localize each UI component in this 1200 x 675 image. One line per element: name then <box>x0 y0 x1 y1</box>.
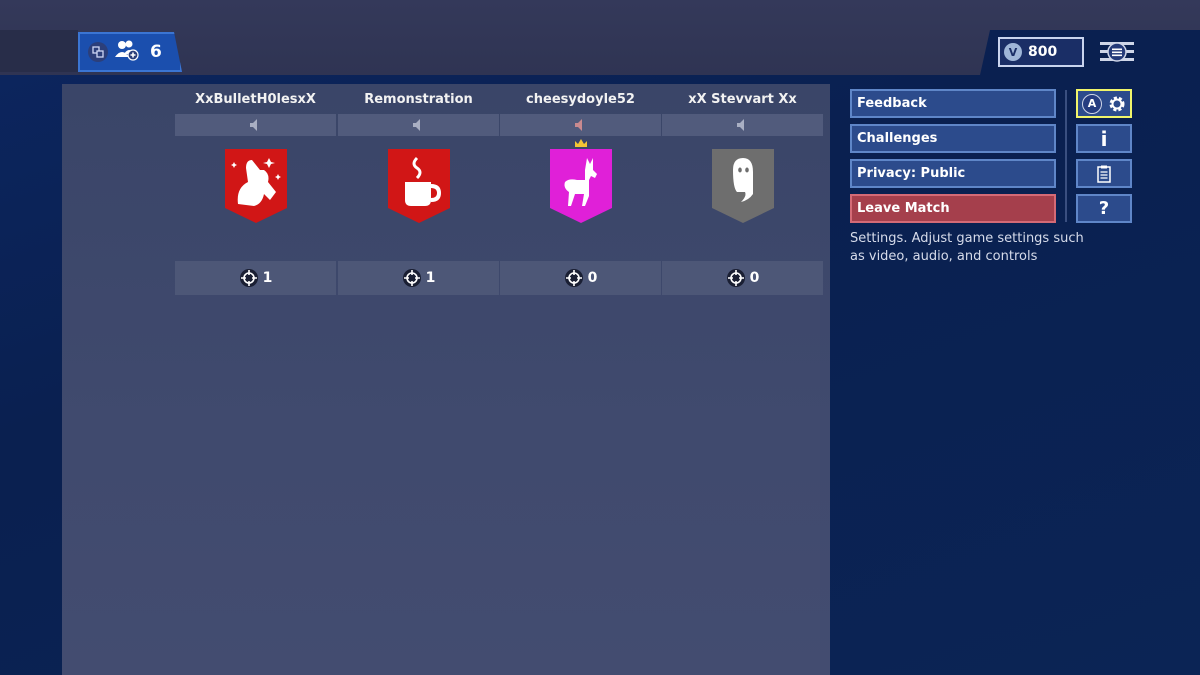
ghost-banner-icon <box>711 149 774 223</box>
party-leader-crown-icon <box>574 139 587 147</box>
party-member-count: 6 <box>150 42 162 62</box>
settings-description: Settings. Adjust game settings such as v… <box>850 231 1084 264</box>
player-card[interactable]: XxBulletH0lesxX 1 <box>175 84 336 296</box>
challenges-button[interactable]: Challenges <box>850 124 1056 153</box>
kills-value: 1 <box>262 270 273 286</box>
kills-value: 0 <box>749 270 760 286</box>
menu-divider <box>1065 90 1067 222</box>
kills-counter: 0 <box>500 261 661 295</box>
party-panel: XxBulletH0lesxX 1 Remonstration 1 cheesy… <box>62 84 830 675</box>
info-icon: i <box>1100 126 1108 151</box>
player-name: xX Stevvart Xx <box>688 92 797 107</box>
player-card[interactable]: cheesydoyle52 0 <box>500 84 661 296</box>
voice-toggle[interactable] <box>338 114 499 136</box>
leave-match-button[interactable]: Leave Match <box>850 194 1056 223</box>
help-button[interactable]: ? <box>1076 194 1132 223</box>
clipboard-button[interactable] <box>1076 159 1132 188</box>
crosshair-icon <box>402 269 421 287</box>
info-button[interactable]: i <box>1076 124 1132 153</box>
crosshair-icon <box>239 269 258 287</box>
llama-banner-icon <box>224 149 287 223</box>
party-button[interactable]: 6 <box>78 32 182 72</box>
clipboard-icon <box>1097 165 1111 183</box>
gear-icon <box>1109 96 1125 111</box>
privacy-button[interactable]: Privacy: Public <box>850 159 1056 188</box>
voice-toggle[interactable] <box>500 114 661 136</box>
a-button-badge-icon: A <box>1082 93 1102 114</box>
kills-value: 0 <box>587 270 598 286</box>
player-card[interactable]: Remonstration 1 <box>338 84 499 296</box>
kills-counter: 1 <box>175 261 336 295</box>
player-name: cheesydoyle52 <box>526 92 635 107</box>
add-friends-icon[interactable] <box>114 39 140 65</box>
crosshair-icon <box>726 269 745 287</box>
settings-button[interactable]: A <box>1076 89 1132 118</box>
kills-counter: 0 <box>662 261 823 295</box>
crosshair-icon <box>564 269 583 287</box>
vbucks-amount: 800 <box>1028 44 1058 60</box>
main-menu-button[interactable] <box>1100 40 1134 64</box>
switch-party-icon[interactable] <box>88 42 108 62</box>
vbucks-balance[interactable]: V 800 <box>998 37 1084 67</box>
player-name: Remonstration <box>364 92 473 107</box>
voice-toggle[interactable] <box>175 114 336 136</box>
coffee-mug-banner-icon <box>387 149 450 223</box>
kills-value: 1 <box>425 270 436 286</box>
player-card[interactable]: xX Stevvart Xx 0 <box>662 84 823 296</box>
vbucks-icon: V <box>1004 43 1022 61</box>
speaker-icon <box>736 119 744 131</box>
menu-icon[interactable] <box>1100 40 1134 64</box>
top-bar-left-strip <box>0 30 78 72</box>
speaker-icon <box>412 119 420 131</box>
llama-banner-icon <box>549 149 612 223</box>
speaker-icon <box>574 119 582 131</box>
player-name: XxBulletH0lesxX <box>195 92 316 107</box>
voice-toggle[interactable] <box>662 114 823 136</box>
kills-counter: 1 <box>338 261 499 295</box>
help-icon: ? <box>1098 198 1110 219</box>
feedback-button[interactable]: Feedback <box>850 89 1056 118</box>
speaker-icon <box>249 119 257 131</box>
